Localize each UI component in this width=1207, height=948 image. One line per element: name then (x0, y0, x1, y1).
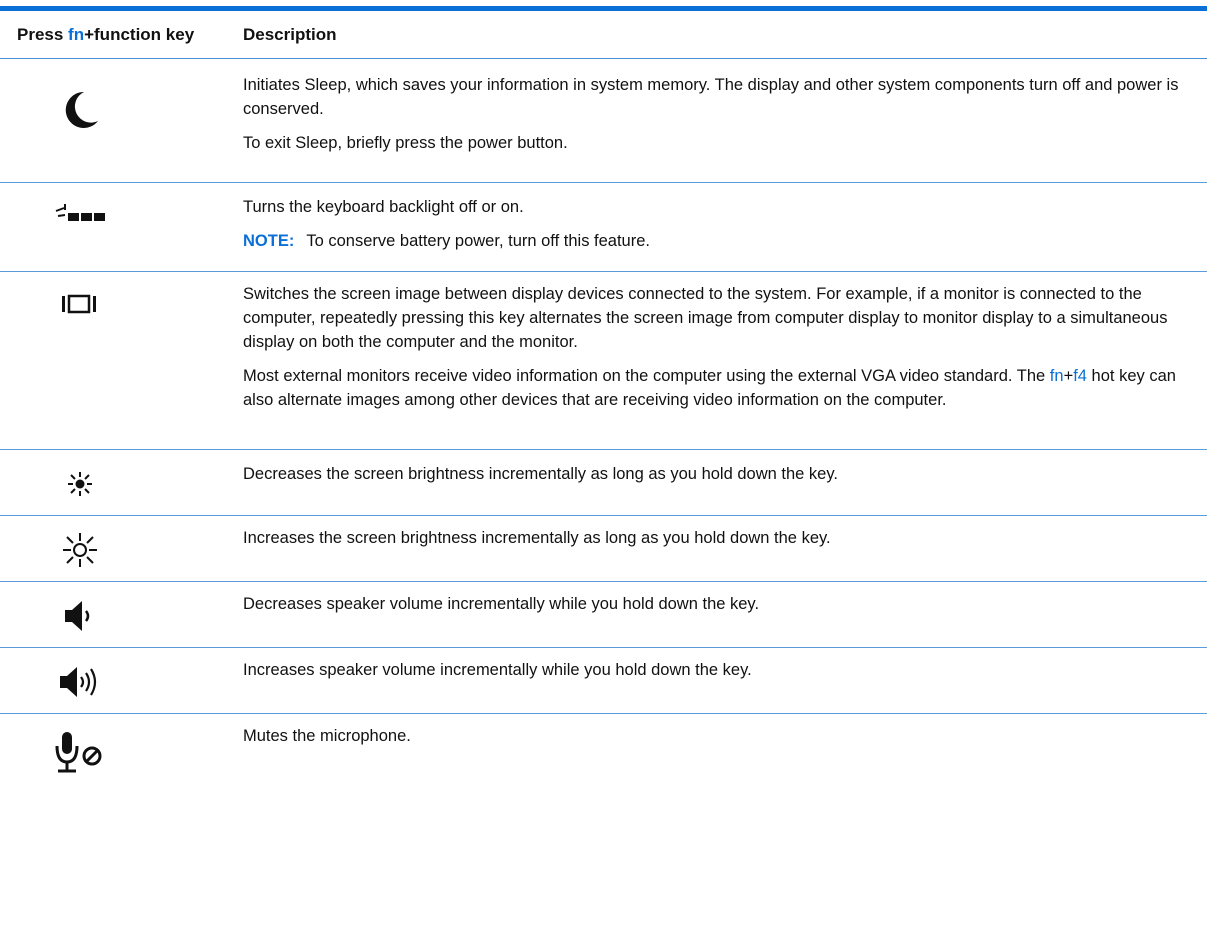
description-paragraph: Increases speaker volume incrementally w… (243, 661, 752, 679)
fn-key-label: fn (1049, 367, 1064, 385)
description-paragraph: Most external monitors receive video inf… (243, 364, 1193, 412)
table-row: Turns the keyboard backlight off or on. … (0, 183, 1207, 272)
header-press-text: Press (17, 25, 69, 44)
paragraph-text: Most external monitors receive video inf… (243, 367, 1050, 385)
description-paragraph: Increases the screen brightness incremen… (243, 529, 831, 547)
description-paragraph: To exit Sleep, briefly press the power b… (243, 134, 568, 152)
description-paragraph: Turns the keyboard backlight off or on. (243, 198, 524, 216)
table-row: Initiates Sleep, which saves your inform… (0, 59, 1207, 183)
brightness-up-icon (0, 532, 160, 568)
description-paragraph: Decreases speaker volume incrementally w… (243, 595, 760, 613)
plus-sign: + (1063, 367, 1074, 385)
description-paragraph: Switches the screen image between displa… (243, 285, 1168, 351)
microphone-mute-icon (0, 730, 160, 774)
row-description: Decreases speaker volume incrementally w… (243, 592, 1193, 626)
volume-up-icon (0, 664, 160, 700)
table-row: Increases speaker volume incrementally w… (0, 648, 1207, 714)
row-description: Mutes the microphone. (243, 724, 1193, 758)
row-description: Initiates Sleep, which saves your inform… (243, 73, 1193, 165)
table-top-rule (0, 6, 1207, 11)
note-label: NOTE: (243, 232, 295, 250)
sleep-moon-icon (0, 89, 160, 129)
table-row: Switches the screen image between displa… (0, 272, 1207, 450)
switch-display-icon (0, 294, 160, 314)
keyboard-backlight-icon (0, 201, 160, 225)
row-description: Increases speaker volume incrementally w… (243, 658, 1193, 692)
header-fn-text: fn (68, 25, 85, 44)
column-header-description: Description (243, 25, 337, 44)
table-row: Increases the screen brightness incremen… (0, 516, 1207, 582)
description-paragraph: Mutes the microphone. (243, 727, 411, 745)
table-row: Decreases the screen brightness incremen… (0, 450, 1207, 516)
row-description: Switches the screen image between displa… (243, 282, 1193, 422)
f4-key-label: f4 (1073, 367, 1087, 385)
column-header-key: Press fn+function key (17, 25, 194, 45)
table-row: Mutes the microphone. (0, 714, 1207, 834)
note-text: To conserve battery power, turn off this… (306, 232, 650, 250)
brightness-down-icon (0, 470, 160, 498)
table-row: Decreases speaker volume incrementally w… (0, 582, 1207, 648)
volume-down-icon (0, 598, 160, 634)
header-function-key-text: +function key (84, 25, 195, 44)
description-paragraph: Decreases the screen brightness incremen… (243, 465, 838, 483)
note-paragraph: NOTE: To conserve battery power, turn off… (243, 229, 1193, 253)
row-description: Decreases the screen brightness incremen… (243, 462, 1193, 496)
row-description: Increases the screen brightness incremen… (243, 526, 1193, 560)
description-paragraph: Initiates Sleep, which saves your inform… (243, 76, 1179, 118)
row-description: Turns the keyboard backlight off or on. … (243, 195, 1193, 263)
